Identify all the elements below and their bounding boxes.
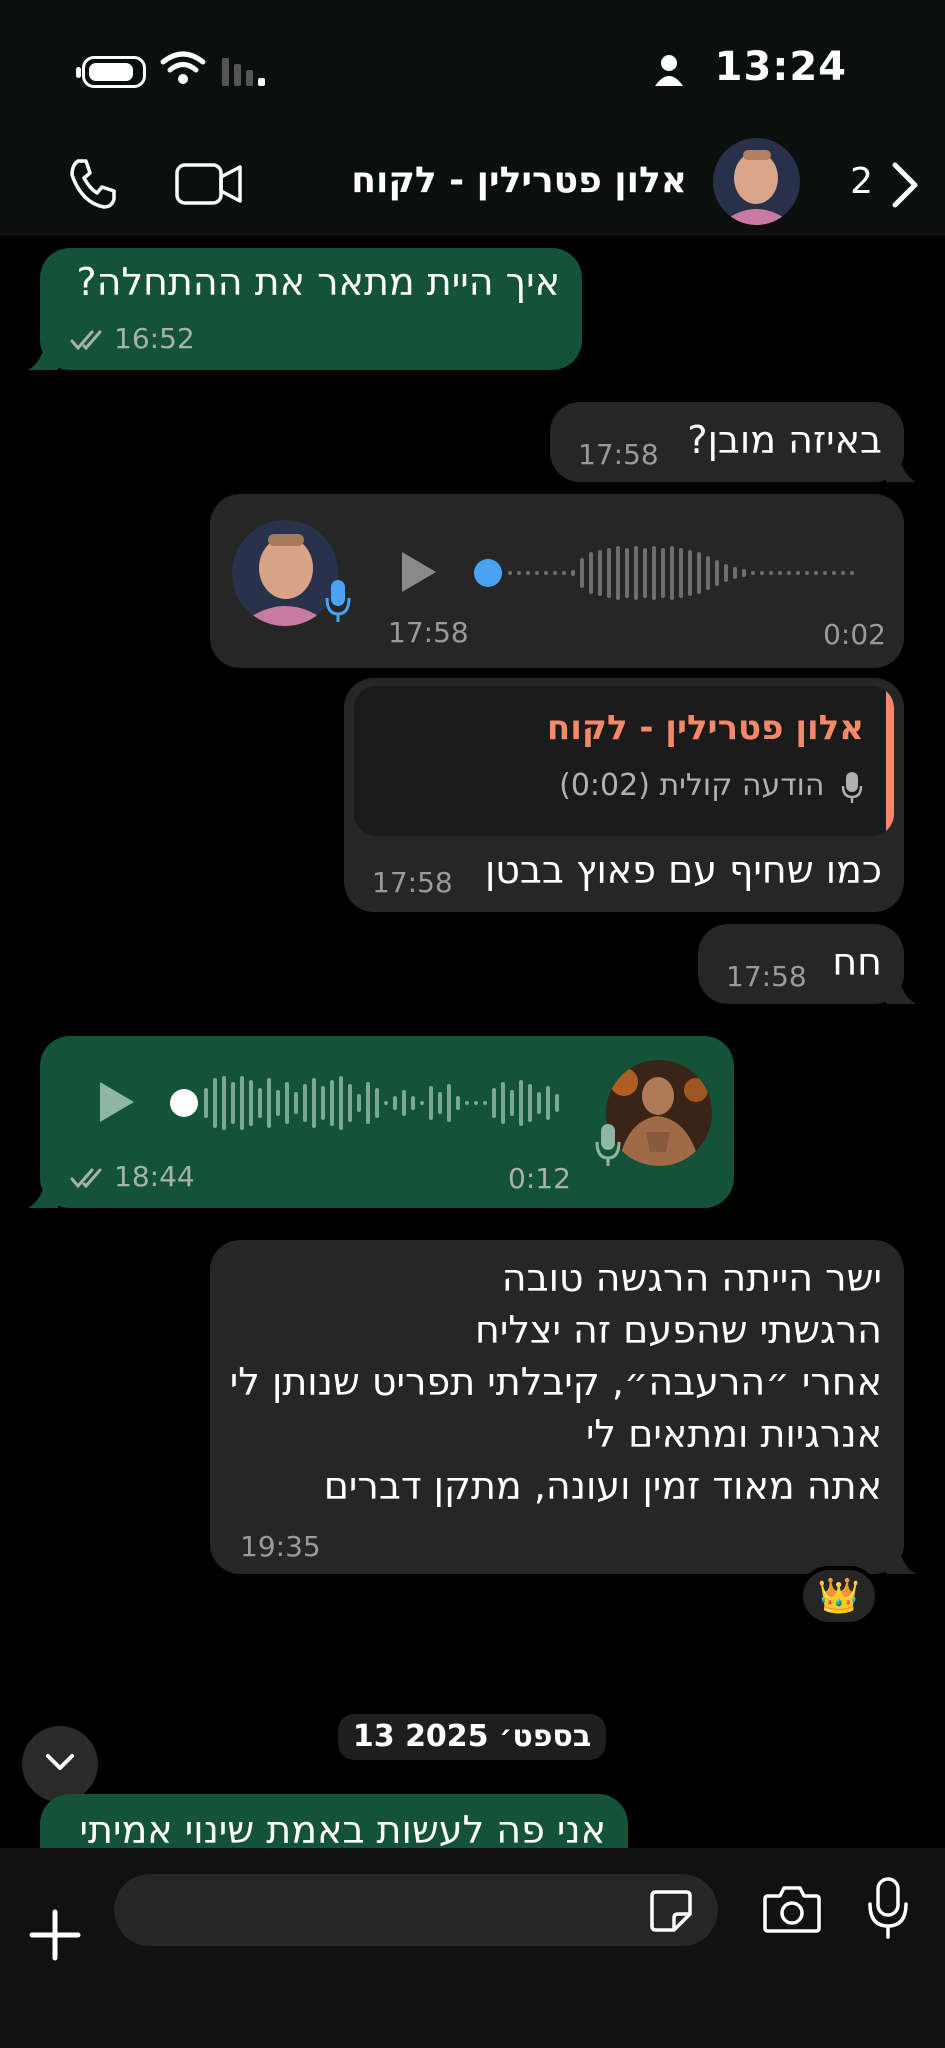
quoted-voice-label: הודעה קולית (0:02): [559, 768, 864, 804]
message-body: ישר הייתה הרגשה טובה הרגשתי שהפעם זה יצל…: [230, 1252, 882, 1512]
mic-icon: [595, 1124, 621, 1166]
quoted-message[interactable]: אלון פטרילין - לקוח הודעה קולית (0:02): [354, 686, 894, 836]
message-text: איך היית מתאר את ההתחלה?: [76, 260, 560, 304]
bubble-tail: [886, 1544, 916, 1574]
status-bar: 13:24: [0, 0, 945, 135]
double-check-icon: [70, 1168, 102, 1189]
message-time: 19:35: [240, 1530, 321, 1563]
message-incoming[interactable]: באיזה מובן? 17:58: [550, 402, 916, 482]
quoted-sender-name: אלון פטרילין - לקוח: [546, 708, 864, 748]
bubble-tail: [28, 340, 58, 370]
quoted-text: הודעה קולית (0:02): [559, 768, 825, 803]
message-line: הרגשתי שהפעם זה יצליח: [475, 1308, 882, 1352]
wifi-icon: [160, 51, 206, 84]
message-time: 16:52: [114, 322, 195, 355]
message-text: כמו שחיף עם פאוץ בבטן: [484, 848, 882, 892]
voice-duration: 0:12: [508, 1162, 571, 1195]
sender-avatar: [232, 520, 338, 626]
chevron-down-icon: [46, 1754, 74, 1770]
reaction-badge[interactable]: 👑: [799, 1566, 879, 1626]
bubble-tail: [28, 1178, 58, 1208]
phone-icon[interactable]: [64, 155, 120, 211]
date-separator: 13 בספט׳ 2025: [338, 1714, 606, 1760]
mic-icon: [325, 580, 351, 622]
message-time: 18:44: [114, 1160, 195, 1193]
sticker-icon[interactable]: [648, 1888, 694, 1934]
mic-icon: [841, 771, 863, 803]
unread-count[interactable]: 2: [850, 161, 873, 202]
contact-name[interactable]: אלון פטרילין - לקוח: [351, 160, 687, 201]
voice-message-outgoing[interactable]: 18:44 0:12: [28, 1036, 734, 1208]
message-meta: 18:44: [70, 1160, 195, 1193]
voice-waveform[interactable]: [168, 1068, 598, 1138]
message-outgoing[interactable]: איך היית מתאר את ההתחלה? 16:52: [28, 248, 582, 370]
mic-icon[interactable]: [866, 1876, 910, 1940]
chevron-right-icon[interactable]: [885, 157, 925, 213]
message-incoming[interactable]: חח 17:58: [698, 924, 916, 1004]
message-text: חח: [832, 940, 882, 984]
message-line: ישר הייתה הרגשה טובה: [501, 1256, 882, 1300]
camera-icon[interactable]: [762, 1884, 822, 1934]
chat-messages[interactable]: איך היית מתאר את ההתחלה? 16:52 באיזה מוב…: [0, 236, 945, 1848]
video-icon[interactable]: [174, 155, 244, 211]
message-time: 17:58: [388, 616, 469, 649]
chat-header: אלון פטרילין - לקוח 2: [0, 135, 945, 235]
cellular-icon: [222, 58, 265, 86]
message-line: אתה מאוד זמין ועונה, מתקן דברים: [323, 1464, 882, 1508]
plus-icon[interactable]: [28, 1908, 82, 1962]
double-check-icon: [70, 330, 102, 351]
message-time: 17:58: [372, 866, 453, 899]
battery-icon: [76, 56, 146, 88]
scroll-to-bottom-button[interactable]: [22, 1726, 98, 1802]
message-incoming[interactable]: ישר הייתה הרגשה טובה הרגשתי שהפעם זה יצל…: [210, 1240, 916, 1574]
message-incoming-reply[interactable]: אלון פטרילין - לקוח הודעה קולית (0:02) כ…: [344, 678, 904, 912]
voice-waveform[interactable]: [472, 538, 872, 608]
message-time: 17:58: [578, 438, 659, 471]
contact-avatar[interactable]: [713, 138, 800, 225]
play-icon[interactable]: [96, 1078, 138, 1126]
message-input-container[interactable]: [114, 1874, 718, 1946]
message-outgoing[interactable]: אני פה לעשות באמת שינוי אמיתי: [40, 1794, 628, 1848]
message-time: 17:58: [726, 960, 807, 993]
voice-message-incoming[interactable]: 17:58 0:02: [210, 494, 904, 668]
message-text: אני פה לעשות באמת שינוי אמיתי: [79, 1808, 606, 1848]
message-composer: [0, 1848, 945, 2048]
status-time: 13:24: [714, 44, 847, 90]
message-input[interactable]: [144, 1886, 624, 1934]
bubble-tail: [886, 974, 916, 1004]
message-meta: 16:52: [70, 322, 195, 355]
bubble-tail: [886, 452, 916, 482]
message-line: אנרגיות ומתאים לי: [585, 1412, 882, 1456]
message-text: באיזה מובן?: [687, 418, 882, 462]
message-line: אחרי ״הרעבה״, קיבלתי תפריט שנותן לי: [229, 1360, 882, 1404]
play-icon[interactable]: [398, 548, 440, 596]
person-icon: [655, 55, 683, 86]
voice-duration: 0:02: [823, 618, 886, 651]
